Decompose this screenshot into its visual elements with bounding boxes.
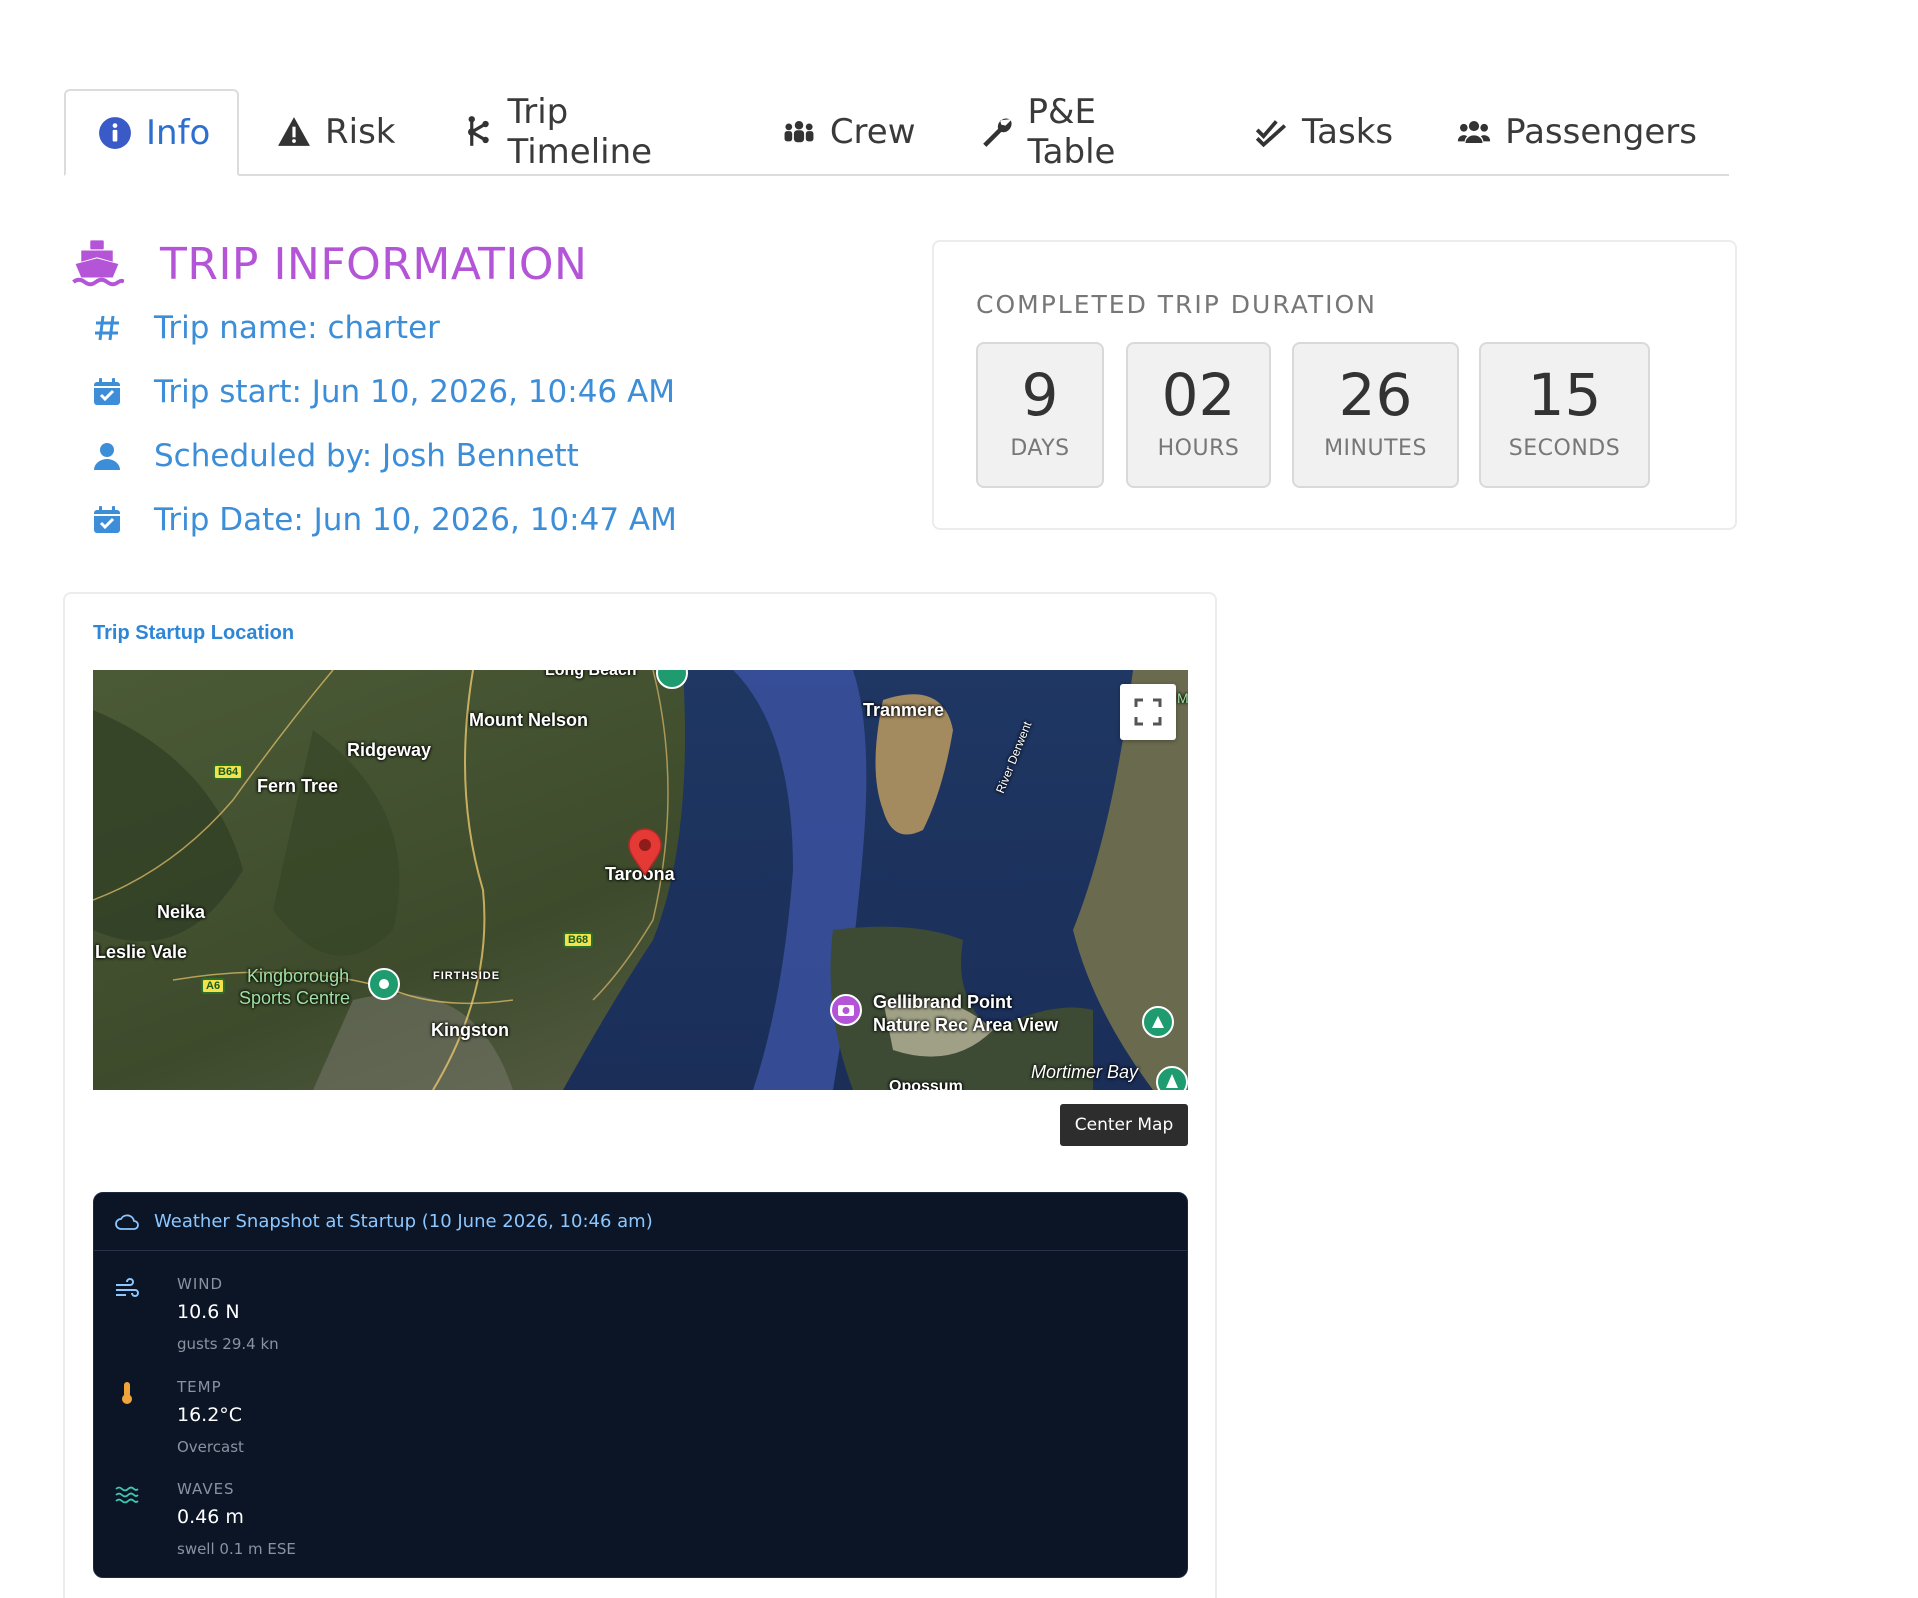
tab-label: Passengers	[1505, 111, 1697, 152]
weather-value: 10.6 N	[177, 1301, 240, 1323]
countdown-days: 9 DAYS	[976, 342, 1104, 488]
waves-icon	[115, 1486, 139, 1504]
weather-snapshot-panel: Weather Snapshot at Startup (10 June 202…	[93, 1192, 1188, 1578]
map-label-sports-centre: Sports Centre	[239, 988, 351, 1008]
road-badge-a6: A6	[201, 978, 226, 994]
map-label-edge: M	[1177, 690, 1188, 706]
location-pin-icon[interactable]	[627, 828, 663, 876]
user-icon	[94, 443, 120, 470]
tab-tasks[interactable]: Tasks	[1222, 89, 1425, 174]
weather-value: 0.46 m	[177, 1506, 244, 1528]
trip-date-row: Trip Date: Jun 10, 2026, 10:47 AM	[92, 488, 890, 552]
road-badge-b68: B68	[563, 932, 594, 948]
double-check-icon	[1255, 119, 1287, 147]
map-view[interactable]: Long Beach Mount Nelson Ridgeway Fern Tr…	[93, 670, 1188, 1090]
trip-startup-location-card: Trip Startup Location Long Beach Mount N…	[63, 592, 1217, 1598]
tab-label: Tasks	[1302, 111, 1394, 152]
fullscreen-button[interactable]	[1120, 684, 1176, 740]
map-label-long-beach: Long Beach	[545, 670, 637, 679]
poi-marker-icon	[656, 670, 688, 689]
weather-title: Weather Snapshot at Startup (10 June 202…	[154, 1211, 653, 1232]
tab-trip-timeline[interactable]: Trip Timeline	[427, 89, 749, 174]
tab-label: Trip Timeline	[507, 91, 653, 172]
countdown-value: 02	[1161, 361, 1236, 429]
trip-name-row: Trip name: charter	[92, 296, 890, 360]
map-label-gellibrand-point: Gellibrand Point	[873, 992, 1013, 1012]
page-title: TRIP INFORMATION	[160, 238, 588, 290]
trip-start: Trip start: Jun 10, 2026, 10:46 AM	[154, 374, 675, 410]
tab-label: P&E Table	[1027, 91, 1116, 172]
park-poi-icon	[1142, 1006, 1174, 1038]
map-label-ridgeway: Ridgeway	[347, 740, 432, 760]
cloud-icon	[115, 1214, 139, 1230]
trip-information-section: TRIP INFORMATION Trip name: charter Trip…	[70, 232, 890, 552]
wind-icon	[116, 1278, 139, 1297]
map-label-neika: Neika	[157, 902, 206, 922]
countdown-value: 9	[1021, 361, 1059, 429]
trip-name: Trip name: charter	[154, 310, 440, 346]
tab-passengers[interactable]: Passengers	[1425, 89, 1729, 174]
map-label-nature-rec-area: Nature Rec Area View	[873, 1015, 1059, 1035]
tab-risk[interactable]: Risk	[239, 89, 427, 174]
tab-bar: Info Risk Trip Timeline Crew P&E Table T…	[64, 89, 1729, 176]
countdown-minutes: 26 MINUTES	[1292, 342, 1459, 488]
tab-label: Risk	[325, 111, 396, 152]
countdown-value: 26	[1338, 361, 1413, 429]
countdown-hours: 02 HOURS	[1126, 342, 1271, 488]
hash-icon	[95, 315, 119, 341]
road-badge-b64: B64	[213, 764, 244, 780]
branch-icon	[468, 115, 490, 146]
map-label-mount-nelson: Mount Nelson	[469, 710, 588, 730]
thermometer-icon	[122, 1382, 132, 1404]
weather-sub: Overcast	[177, 1438, 244, 1456]
countdown-label: MINUTES	[1324, 436, 1427, 461]
location-title: Trip Startup Location	[93, 622, 295, 644]
tree-poi-icon	[1156, 1066, 1188, 1090]
wrench-icon	[982, 118, 1012, 147]
duration-title: COMPLETED TRIP DURATION	[976, 290, 1377, 319]
trip-start-row: Trip start: Jun 10, 2026, 10:46 AM	[92, 360, 890, 424]
scheduled-by: Scheduled by: Josh Bennett	[154, 438, 579, 474]
center-map-button[interactable]: Center Map	[1060, 1104, 1188, 1146]
map-label-leslie-vale: Leslie Vale	[95, 942, 188, 962]
map-label-kingborough: Kingborough	[247, 966, 350, 986]
calendar-check-icon	[94, 378, 120, 405]
info-circle-icon	[99, 116, 131, 149]
trip-information-header: TRIP INFORMATION	[70, 232, 890, 296]
poi-marker-icon	[368, 968, 400, 1000]
map-label-firthside: FIRTHSIDE	[433, 970, 501, 982]
map-label-kingston: Kingston	[431, 1020, 509, 1040]
ship-icon	[72, 240, 124, 287]
trip-date: Trip Date: Jun 10, 2026, 10:47 AM	[154, 502, 677, 538]
users-icon	[1457, 120, 1491, 143]
people-group-icon	[784, 120, 814, 142]
weather-label: WIND	[177, 1275, 224, 1293]
countdown-label: HOURS	[1157, 436, 1240, 461]
weather-label: WAVES	[177, 1480, 235, 1498]
tab-info[interactable]: Info	[64, 89, 239, 176]
countdown-seconds: 15 SECONDS	[1479, 342, 1650, 488]
tab-label: Crew	[829, 111, 916, 152]
weather-label: TEMP	[177, 1378, 222, 1396]
countdown-value: 15	[1527, 361, 1602, 429]
weather-sub: swell 0.1 m ESE	[177, 1540, 296, 1558]
scheduled-by-row: Scheduled by: Josh Bennett	[92, 424, 890, 488]
weather-value: 16.2°C	[177, 1404, 243, 1426]
map-label-opossum: Opossum	[889, 1078, 963, 1090]
tab-crew[interactable]: Crew	[750, 89, 948, 174]
camera-poi-icon	[830, 994, 862, 1026]
fullscreen-icon	[1134, 698, 1162, 726]
tab-pe-table[interactable]: P&E Table	[948, 89, 1222, 174]
completed-duration-card: COMPLETED TRIP DURATION 9 DAYS 02 HOURS …	[932, 240, 1737, 530]
weather-sub: gusts 29.4 kn	[177, 1335, 279, 1353]
map-label-tranmere: Tranmere	[863, 700, 945, 720]
map-label-mortimer-bay: Mortimer Bay	[1031, 1062, 1139, 1082]
weather-header: Weather Snapshot at Startup (10 June 202…	[94, 1193, 1187, 1251]
tab-label: Info	[146, 112, 211, 153]
calendar-check-icon	[94, 506, 120, 533]
countdown-label: DAYS	[1010, 436, 1070, 461]
map-label-fern-tree: Fern Tree	[257, 776, 339, 796]
countdown-label: SECONDS	[1508, 436, 1621, 461]
warning-triangle-icon	[278, 116, 310, 146]
